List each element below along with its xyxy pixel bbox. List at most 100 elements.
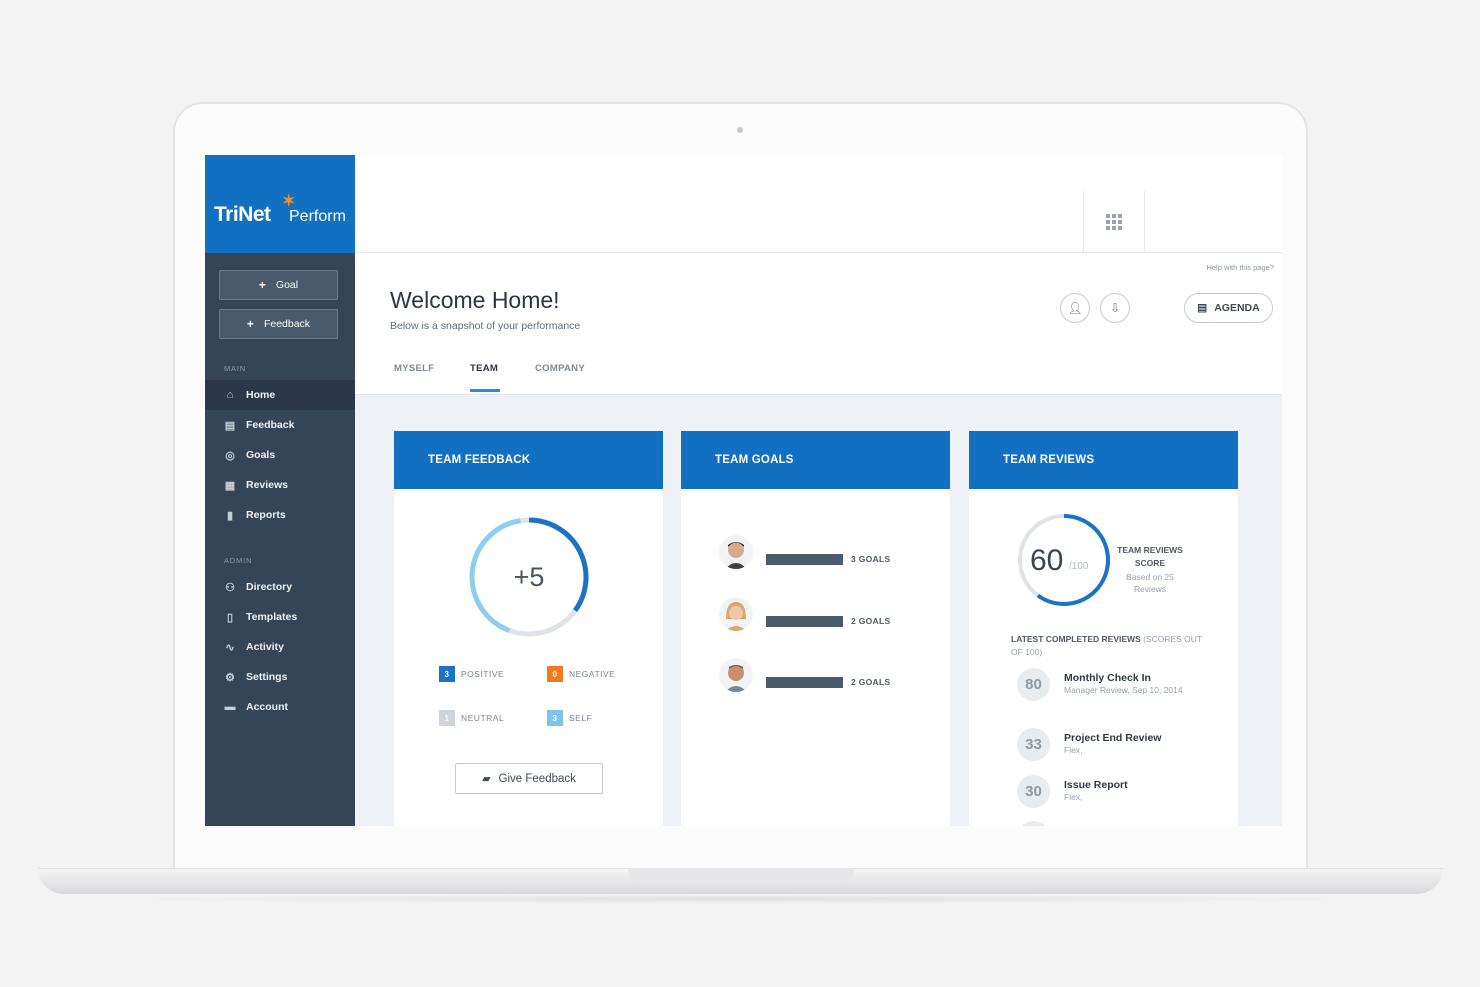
team-feedback-card: TEAM FEEDBACK +5 3 POSITIVE 0 NEGATIVE 1… xyxy=(394,431,663,826)
legend-neutral: 1 NEUTRAL xyxy=(439,710,504,726)
goal-progress-bar xyxy=(766,676,843,688)
tab-company[interactable]: COMPANY xyxy=(535,363,585,374)
reviews-score: 60 xyxy=(1030,544,1063,577)
team-member-row[interactable]: 2 GOALS xyxy=(719,658,890,692)
page-header: Help with this page? Welcome Home! Below… xyxy=(355,253,1282,395)
agenda-button[interactable]: ▤ AGENDA xyxy=(1184,293,1273,323)
sidebar-item-label: Account xyxy=(246,701,288,713)
sidebar-item-reports[interactable]: ▮ Reports xyxy=(205,500,355,530)
section-label-main: MAIN xyxy=(224,364,246,373)
sidebar-item-label: Templates xyxy=(246,611,298,623)
review-sub: Flex, xyxy=(1064,745,1083,755)
people-icon: ⚇ xyxy=(225,581,235,594)
help-link[interactable]: Help with this page? xyxy=(1206,263,1274,272)
review-sub: Manager Review, Sep 10, 2014 xyxy=(1064,685,1183,695)
feedback-ring: +5 xyxy=(469,517,589,637)
pulse-icon: ∿ xyxy=(225,641,235,654)
app-grid-button[interactable] xyxy=(1083,191,1145,253)
sidebar-item-templates[interactable]: ▯ Templates xyxy=(205,602,355,632)
add-goal-label: Goal xyxy=(275,279,299,291)
review-item[interactable]: 30 Issue Report Flex, xyxy=(1017,775,1194,808)
review-title: Project End Review xyxy=(1064,732,1162,744)
review-sub: Flex, xyxy=(1064,792,1083,802)
sidebar-item-activity[interactable]: ∿ Activity xyxy=(205,632,355,662)
sidebar-item-reviews[interactable]: ▦ Reviews xyxy=(205,470,355,500)
goal-count: 2 GOALS xyxy=(851,677,891,687)
give-feedback-button[interactable]: ▰ Give Feedback xyxy=(455,763,603,794)
sidebar-item-label: Reviews xyxy=(246,479,289,491)
goal-progress-bar xyxy=(766,615,843,627)
add-goal-button[interactable]: + Goal xyxy=(219,270,338,300)
tab-myself[interactable]: MYSELF xyxy=(394,363,434,374)
download-icon: ⇩ xyxy=(1109,301,1121,315)
review-score-partial xyxy=(1017,821,1050,826)
goal-count: 3 GOALS xyxy=(851,554,891,564)
goal-count: 2 GOALS xyxy=(851,616,891,626)
sidebar-item-settings[interactable]: ⚙ Settings xyxy=(205,662,355,692)
avatar xyxy=(719,658,753,692)
sidebar-item-feedback[interactable]: ▤ Feedback xyxy=(205,410,355,440)
card-title: TEAM GOALS xyxy=(681,431,950,489)
reviews-score-ring: 60 /100 xyxy=(1018,514,1110,606)
add-feedback-label: Feedback xyxy=(263,318,311,330)
legend-label: POSITIVE xyxy=(461,669,505,679)
sidebar-item-label: Goals xyxy=(246,449,276,461)
score-sub: Based on 25 Reviews xyxy=(1126,572,1174,594)
legend-negative: 0 NEGATIVE xyxy=(547,666,615,682)
sidebar-item-label: Directory xyxy=(246,581,293,593)
grid-icon xyxy=(1106,214,1122,230)
logo-text-trinet: TriNet xyxy=(214,203,271,226)
gear-icon: ⚙ xyxy=(225,671,235,684)
review-score: 80 xyxy=(1017,668,1050,701)
laptop-notch xyxy=(628,868,854,883)
review-item[interactable]: 33 Project End Review Flex, xyxy=(1017,728,1194,761)
share-button[interactable]: 👤︎ xyxy=(1060,293,1090,323)
chat-icon: ▰ xyxy=(482,773,491,785)
team-goals-card: TEAM GOALS 3 GOALS 2 GOALS 2 GOALS xyxy=(681,431,950,826)
tab-team[interactable]: TEAM xyxy=(470,363,498,374)
sidebar-item-label: Feedback xyxy=(246,419,295,431)
goal-progress-bar xyxy=(766,553,843,565)
team-reviews-card: TEAM REVIEWS 60 /100 TEAM REVIEWS SCORE … xyxy=(969,431,1238,826)
avatar xyxy=(719,535,753,569)
sidebar-item-label: Settings xyxy=(246,671,288,683)
score-label: TEAM REVIEWS SCORE xyxy=(1117,545,1183,568)
give-feedback-label: Give Feedback xyxy=(498,772,576,785)
legend-count: 1 xyxy=(439,710,455,726)
logo[interactable]: TriNet ✶ Perform xyxy=(205,155,355,253)
review-item[interactable]: 80 Monthly Check In Manager Review, Sep … xyxy=(1017,668,1194,701)
team-member-row[interactable]: 2 GOALS xyxy=(719,597,890,631)
reviews-score-max: /100 xyxy=(1069,561,1089,572)
top-bar xyxy=(355,155,1282,253)
logo-text-perform: Perform xyxy=(289,208,346,225)
team-member-row[interactable]: 3 GOALS xyxy=(719,535,890,569)
sidebar-item-label: Home xyxy=(246,389,276,401)
section-label-admin: ADMIN xyxy=(224,556,253,565)
card-icon: ▬ xyxy=(224,701,236,713)
home-icon: ⌂ xyxy=(226,389,234,401)
download-button[interactable]: ⇩ xyxy=(1100,293,1130,323)
legend-label: NEGATIVE xyxy=(569,669,616,679)
plus-icon: + xyxy=(246,317,254,331)
sidebar-item-home[interactable]: ⌂ Home xyxy=(205,380,355,410)
plus-icon: + xyxy=(258,278,266,292)
agenda-icon: ▤ xyxy=(1197,302,1208,314)
calendar-icon: ▦ xyxy=(224,479,236,492)
legend-count: 0 xyxy=(547,666,563,682)
legend-label: SELF xyxy=(569,713,593,723)
legend-count: 3 xyxy=(439,666,455,682)
latest-heading: LATEST COMPLETED REVIEWS xyxy=(1011,634,1141,644)
sidebar-item-goals[interactable]: ◎ Goals xyxy=(205,440,355,470)
sidebar-item-directory[interactable]: ⚇ Directory xyxy=(205,572,355,602)
legend-self: 3 SELF xyxy=(547,710,592,726)
sidebar-item-label: Reports xyxy=(246,509,286,521)
add-feedback-button[interactable]: + Feedback xyxy=(219,309,338,339)
target-icon: ◎ xyxy=(225,449,235,462)
page-title: Welcome Home! xyxy=(390,287,560,313)
avatar xyxy=(719,597,753,631)
legend-count: 3 xyxy=(547,710,563,726)
legend-positive: 3 POSITIVE xyxy=(439,666,504,682)
webcam xyxy=(737,127,743,133)
legend-label: NEUTRAL xyxy=(461,713,505,723)
sidebar-item-account[interactable]: ▬ Account xyxy=(205,692,355,722)
